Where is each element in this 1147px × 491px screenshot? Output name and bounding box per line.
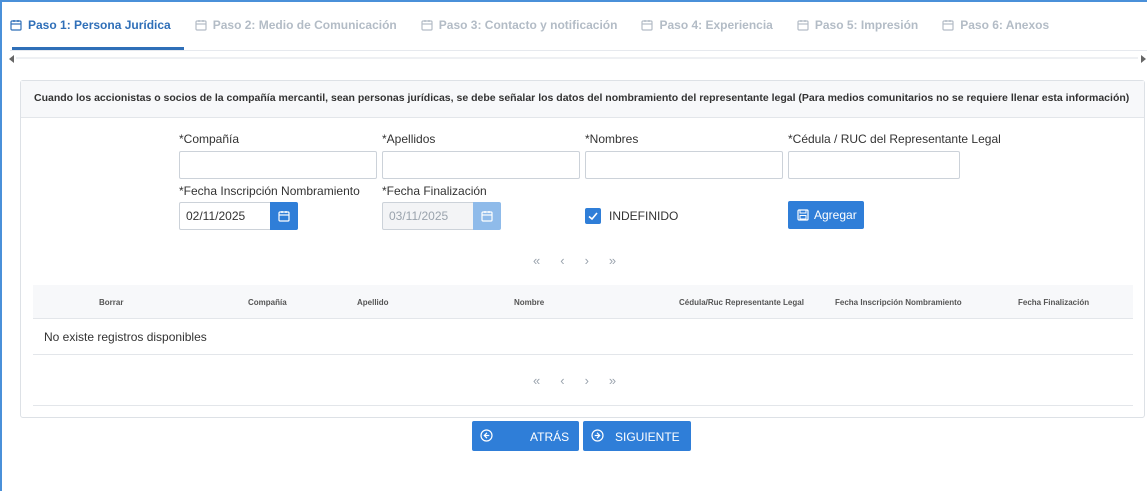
- panel-header-text: Cuando los accionistas o socios de la co…: [34, 92, 1130, 104]
- siguiente-button[interactable]: SIGUIENTE: [583, 421, 691, 451]
- tab-label: Paso 6: Anexos: [960, 18, 1050, 32]
- calendar-icon: [797, 20, 809, 31]
- tab-paso-5[interactable]: Paso 5: Impresión: [797, 18, 918, 32]
- tab-paso-4[interactable]: Paso 4: Experiencia: [641, 18, 773, 32]
- tab-paso-3[interactable]: Paso 3: Contacto y notificación: [421, 18, 618, 32]
- calendar-icon: [10, 20, 22, 31]
- apellidos-input[interactable]: [382, 151, 580, 179]
- indefinido-checkbox[interactable]: [585, 208, 601, 224]
- panel-header: Cuando los accionistas o socios de la co…: [21, 81, 1144, 118]
- pager-prev-button[interactable]: ‹: [560, 253, 564, 268]
- table-footer-divider: [33, 405, 1133, 406]
- calendar-icon: [942, 20, 954, 31]
- fecha-finalizacion-label: *Fecha Finalización: [382, 184, 487, 198]
- tab-paso-2[interactable]: Paso 2: Medio de Comunicación: [195, 18, 397, 32]
- calendar-icon: [641, 20, 654, 31]
- column-header-cedula: Cédula/Ruc Representante Legal: [679, 298, 804, 307]
- column-header-fecha-finalizacion: Fecha Finalización: [1018, 298, 1090, 307]
- representante-legal-panel: Cuando los accionistas o socios de la co…: [20, 80, 1145, 418]
- tab-label: Paso 2: Medio de Comunicación: [212, 18, 397, 32]
- atras-label: ATRÁS: [530, 430, 570, 444]
- table-row-divider: [33, 354, 1133, 355]
- tab-divider: [10, 50, 1147, 51]
- column-header-apellido: Apellido: [357, 298, 389, 307]
- nombres-input[interactable]: [585, 151, 783, 179]
- checkmark-icon: [588, 212, 598, 221]
- pager-top: « ‹ › »: [533, 253, 616, 268]
- tab-label: Paso 5: Impresión: [814, 18, 919, 32]
- pager-first-button[interactable]: «: [533, 373, 540, 388]
- table-header: Borrar Compañía Apellido Nombre Cédula/R…: [33, 285, 1133, 319]
- cedula-label: *Cédula / RUC del Representante Legal: [788, 132, 1001, 146]
- pager-next-button[interactable]: ›: [585, 253, 589, 268]
- calendar-icon: [481, 211, 493, 222]
- scroll-left-arrow[interactable]: [9, 55, 14, 63]
- arrow-left-circle-icon: [480, 429, 493, 442]
- compania-label: *Compañía: [179, 132, 240, 146]
- calendar-icon: [195, 20, 207, 31]
- column-header-nombre: Nombre: [514, 298, 545, 307]
- cedula-input[interactable]: [788, 151, 960, 179]
- indefinido-label: INDEFINIDO: [609, 209, 679, 223]
- tab-label: Paso 4: Experiencia: [659, 18, 773, 32]
- window-top-border: [0, 0, 1147, 2]
- pager-last-button[interactable]: »: [609, 373, 616, 388]
- fecha-inscripcion-label: *Fecha Inscripción Nombramiento: [179, 184, 360, 198]
- tab-paso-6[interactable]: Paso 6: Anexos: [942, 18, 1049, 32]
- empty-table-message: No existe registros disponibles: [44, 330, 207, 344]
- pager-first-button[interactable]: «: [533, 253, 540, 268]
- fecha-inscripcion-input[interactable]: 02/11/2025: [179, 202, 271, 230]
- fecha-finalizacion-input: 03/11/2025: [382, 202, 474, 230]
- compania-input[interactable]: [179, 151, 377, 179]
- horizontal-scrollbar[interactable]: [16, 57, 1138, 59]
- scroll-right-arrow[interactable]: [1141, 55, 1146, 63]
- pager-prev-button[interactable]: ‹: [560, 373, 564, 388]
- calendar-icon: [278, 211, 290, 222]
- siguiente-label: SIGUIENTE: [615, 430, 680, 444]
- tab-paso-1[interactable]: Paso 1: Persona Jurídica: [10, 18, 171, 32]
- fecha-inscripcion-calendar-button[interactable]: [270, 202, 298, 230]
- agregar-button[interactable]: Agregar: [788, 201, 864, 229]
- fecha-finalizacion-calendar-button: [473, 202, 501, 230]
- column-header-borrar: Borrar: [99, 298, 124, 307]
- arrow-right-circle-icon: [591, 429, 604, 442]
- apellidos-label: *Apellidos: [382, 132, 436, 146]
- pager-last-button[interactable]: »: [609, 253, 616, 268]
- tab-label: Paso 1: Persona Jurídica: [28, 18, 171, 32]
- agregar-label: Agregar: [814, 208, 857, 222]
- column-header-fecha-inscripcion: Fecha Inscripción Nombramiento: [835, 298, 962, 307]
- nombres-label: *Nombres: [585, 132, 639, 146]
- tab-label: Paso 3: Contacto y notificación: [438, 18, 618, 32]
- pager-bottom: « ‹ › »: [533, 373, 616, 388]
- pager-next-button[interactable]: ›: [585, 373, 589, 388]
- column-header-compania: Compañía: [248, 298, 287, 307]
- save-icon: [797, 209, 809, 221]
- atras-button[interactable]: ATRÁS: [472, 421, 579, 451]
- window-left-border: [0, 0, 2, 491]
- calendar-icon: [421, 20, 433, 31]
